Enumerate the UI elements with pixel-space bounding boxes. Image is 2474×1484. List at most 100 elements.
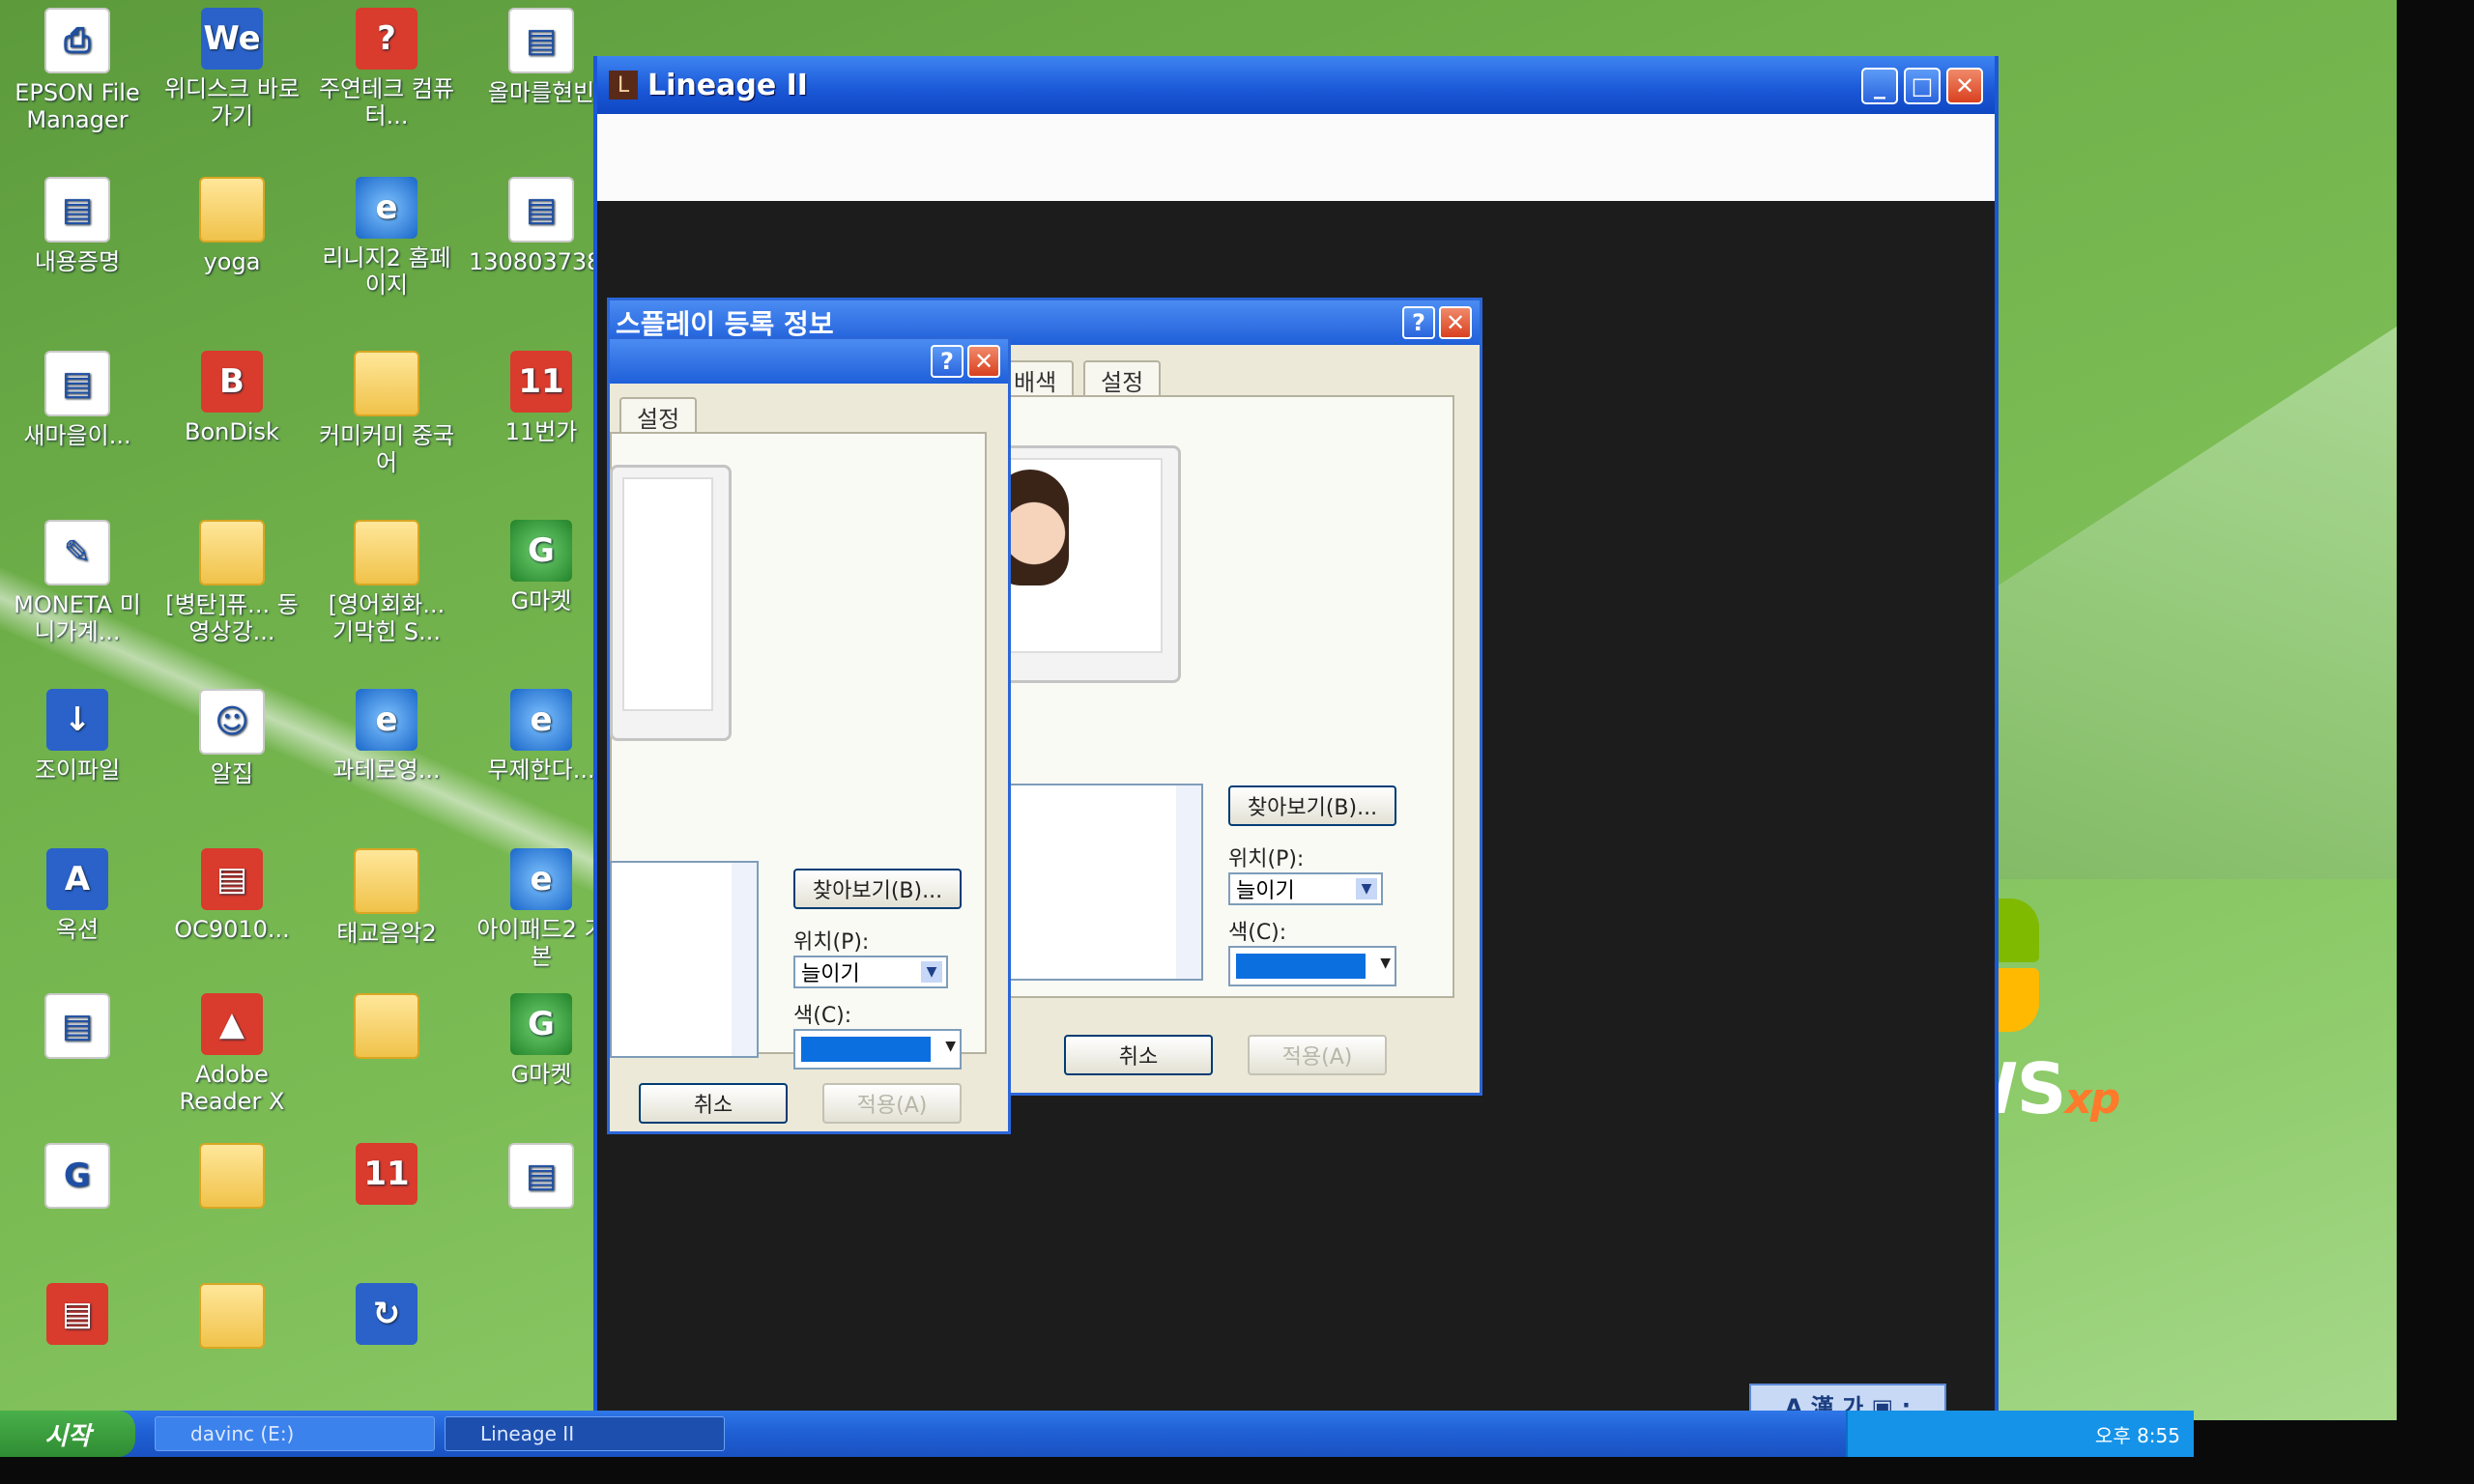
color-picker[interactable]: ▼ [1228, 946, 1396, 986]
desktop-icon[interactable]: G G마켓 [469, 520, 614, 614]
desktop-icon[interactable]: ▤ OC9010... [159, 848, 304, 943]
taskbar-item-lineage[interactable]: Lineage II [445, 1416, 725, 1451]
list-scrollbar[interactable] [1176, 785, 1201, 979]
desktop-icon[interactable]: ▤ [469, 1143, 614, 1214]
desktop-icon[interactable]: 태교음악2 [314, 848, 459, 947]
doc-icon: ▤ [44, 993, 110, 1059]
background-list[interactable] [996, 784, 1203, 981]
desktop-icon[interactable]: [영어회화... 기막힌 S... [314, 520, 459, 645]
word-icon: A [46, 848, 108, 910]
close-button[interactable]: ✕ [1946, 68, 1983, 104]
list-scrollbar[interactable] [732, 863, 757, 1056]
color-picker[interactable]: ▼ [793, 1029, 962, 1070]
lineage-blank-header [597, 114, 1995, 201]
desktop-icon-label: EPSON File Manager [14, 79, 140, 133]
desktop-icon[interactable]: e 아이패드2 기본 [469, 848, 614, 970]
folder-icon [354, 848, 419, 914]
apply-button[interactable]: 적용(A) [1248, 1035, 1387, 1075]
dialog-close-button[interactable]: ✕ [1439, 306, 1472, 339]
desktop-icon-label: 위디스크 바로가기 [163, 75, 301, 129]
minimize-button[interactable]: _ [1861, 68, 1898, 104]
start-button[interactable]: 시작 [0, 1411, 135, 1457]
cancel-button[interactable]: 취소 [1064, 1035, 1213, 1075]
desktop-icon[interactable] [159, 1143, 304, 1214]
lineage-titlebar[interactable]: L Lineage II _ □ ✕ [597, 56, 1995, 114]
desktop-icon-label: [영어회화... 기막힌 S... [328, 591, 446, 645]
gm-icon: G [510, 520, 572, 582]
desktop-icon[interactable]: G G마켓 [469, 993, 614, 1088]
desktop-icon[interactable]: ▲ Adobe Reader X [159, 993, 304, 1115]
doc-icon: ▤ [508, 177, 574, 243]
desktop-icon[interactable]: A 옥션 [5, 848, 150, 943]
desktop-icon[interactable]: ☺ 알집 [159, 689, 304, 787]
desktop-icon-label: 내용증명 [34, 248, 121, 275]
lineage-window[interactable]: L Lineage II _ □ ✕ 스플레이 등록 정보 ? ✕ 배색 설정 … [593, 56, 1999, 1422]
desktop-icon-label: G마켓 [510, 1061, 572, 1088]
desktop-icon[interactable]: 커미커미 중국어 [314, 351, 459, 476]
desktop-icon[interactable]: ↓ 조이파일 [5, 689, 150, 784]
desktop-icon[interactable]: We 위디스크 바로가기 [159, 8, 304, 129]
desktop-icon[interactable]: ⎙ EPSON File Manager [5, 8, 150, 133]
tab-settings[interactable]: 설정 [1083, 360, 1162, 397]
desktop-icon-label: 태교음악2 [336, 920, 437, 947]
desktop-icon[interactable]: 11 11번가 [469, 351, 614, 445]
browse-button[interactable]: 찾아보기(B)... [793, 869, 962, 909]
lineage-app-icon: L [609, 71, 638, 100]
color-label: 색(C): [793, 1004, 852, 1028]
tray-clock[interactable]: 오후 8:55 [2095, 1420, 2180, 1448]
desktop-icon[interactable] [159, 1283, 304, 1355]
cancel-button[interactable]: 취소 [639, 1083, 788, 1124]
desktop-icon[interactable]: ▤ 올마를현빈 [469, 8, 614, 106]
doc-icon: ▤ [508, 1143, 574, 1209]
browse-button[interactable]: 찾아보기(B)... [1228, 785, 1396, 826]
desktop-icon[interactable]: [병탄]퓨... 동영상강... [159, 520, 304, 645]
help-button[interactable]: ? [931, 345, 964, 378]
folder-icon [199, 1143, 265, 1209]
desktop-icon[interactable]: ? 주연테크 컴퓨터... [314, 8, 459, 129]
tab-settings[interactable]: 설정 [619, 397, 698, 434]
doc-icon: ▤ [508, 8, 574, 73]
doc-icon: G [44, 1143, 110, 1209]
desktop-icon[interactable]: ▤ 새마을이... [5, 351, 150, 449]
desktop-icon[interactable]: ▤ 130803738... [469, 177, 624, 275]
position-value: 늘이기 [801, 962, 860, 986]
desktop-icon[interactable]: ↻ [314, 1283, 459, 1351]
desktop-icon[interactable] [314, 993, 459, 1065]
dialog-close-button[interactable]: ✕ [967, 345, 1000, 378]
position-select[interactable]: 늘이기 ▼ [1228, 872, 1383, 905]
desktop-icon[interactable]: 11 [314, 1143, 459, 1211]
doc-icon: ⎙ [44, 8, 110, 73]
taskbar-item-explorer[interactable]: davinc (E:) [155, 1416, 435, 1451]
maximize-button[interactable]: □ [1904, 68, 1941, 104]
ie-icon: e [510, 689, 572, 751]
desktop-icon-label: [병탄]퓨... 동영상강... [165, 591, 299, 645]
system-tray: 오후 8:55 [1846, 1411, 2194, 1457]
desktop-icon-label: 리니지2 홈페이지 [322, 244, 451, 299]
desktop-icon[interactable]: yoga [159, 177, 304, 275]
position-select[interactable]: 늘이기 ▼ [793, 956, 948, 988]
desktop-icon-label: yoga [203, 248, 261, 275]
background-list[interactable] [610, 861, 759, 1058]
desktop-icon[interactable]: G [5, 1143, 150, 1214]
xp-superscript: xp [2064, 1074, 2120, 1124]
preview-monitor [610, 465, 732, 741]
position-value: 늘이기 [1236, 879, 1295, 903]
app-icon: ▲ [201, 993, 263, 1055]
apply-button[interactable]: 적용(A) [822, 1083, 962, 1124]
desktop-icon-label: OC9010... [174, 916, 290, 943]
desktop-icon[interactable]: B BonDisk [159, 351, 304, 445]
desktop-icon-label: 알집 [210, 760, 254, 787]
wallpaper-preview-photo [1011, 470, 1069, 585]
app-icon: ? [356, 8, 417, 70]
desktop-icon[interactable]: ✎ MONETA 미니가계... [5, 520, 150, 645]
desktop-icon[interactable]: e 과테로영... [314, 689, 459, 784]
desktop-icon-label: 130803738... [469, 248, 624, 275]
desktop-icon-label: 무제한다... [487, 756, 595, 784]
desktop-icon[interactable]: ▤ 내용증명 [5, 177, 150, 275]
help-button[interactable]: ? [1402, 306, 1435, 339]
desktop-icon[interactable]: ▤ [5, 993, 150, 1065]
desktop-icon[interactable]: e 리니지2 홈페이지 [314, 177, 459, 299]
display-properties-dialog-front[interactable]: ? ✕ 설정 찾아보기(B)... 위치(P): 늘이기 ▼ 색(C): ▼ 취소… [607, 336, 1011, 1134]
desktop-icon[interactable]: ▤ [5, 1283, 150, 1351]
desktop-icon[interactable]: e 무제한다... [469, 689, 614, 784]
